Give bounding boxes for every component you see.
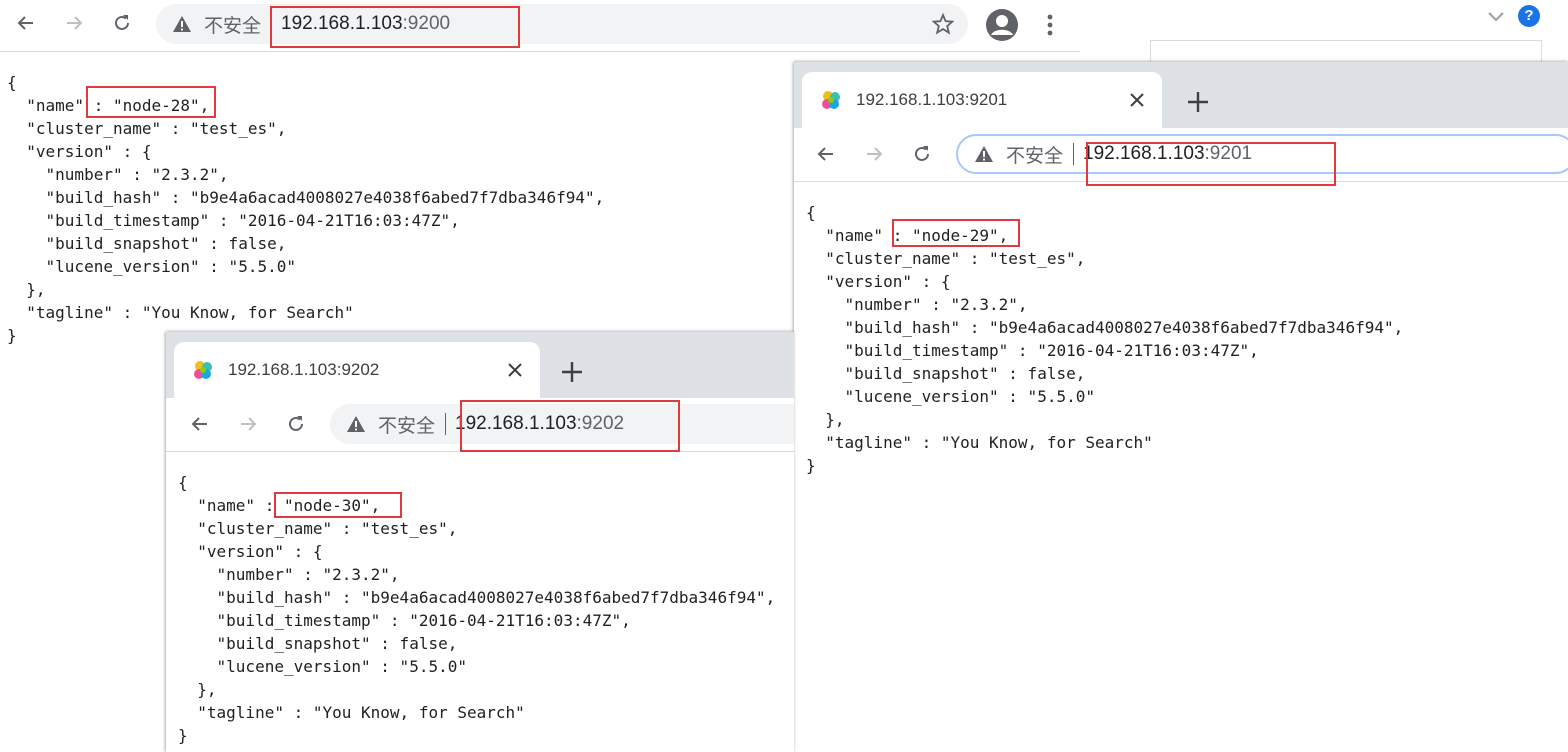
url-text[interactable]: 192.168.1.103:9200 — [281, 13, 450, 35]
forward-button[interactable] — [230, 406, 266, 442]
url-text[interactable]: 192.168.1.103:9201 — [1083, 143, 1252, 165]
not-secure-label[interactable]: 不安全 — [1006, 141, 1063, 168]
json-response: { "name" : "node-30", "cluster_name" : "… — [178, 473, 776, 745]
not-secure-label[interactable]: 不安全 — [378, 411, 435, 438]
background-app-area: ? — [1080, 0, 1568, 64]
chevron-down-icon[interactable] — [1486, 8, 1506, 26]
url-text[interactable]: 192.168.1.103:9202 — [455, 413, 624, 435]
reload-icon — [115, 15, 129, 30]
account-icon[interactable] — [985, 8, 1019, 42]
not-secure-label[interactable]: 不安全 — [204, 11, 261, 38]
back-arrow-icon — [17, 16, 33, 30]
elastic-favicon-icon — [194, 361, 212, 379]
url-host: 192.168.1.103 — [455, 413, 577, 434]
tab-title: 192.168.1.103:9201 — [856, 90, 1008, 109]
elastic-favicon-icon — [822, 91, 840, 109]
background-search-box — [1150, 40, 1542, 64]
warning-triangle-icon — [975, 146, 993, 162]
tab-strip: 192.168.1.103:9201 — [794, 62, 1568, 128]
tab-title: 192.168.1.103:9202 — [228, 360, 380, 379]
forward-button[interactable] — [56, 5, 92, 41]
tab-9201[interactable]: 192.168.1.103:9201 — [802, 72, 1162, 128]
url-port: :9200 — [402, 13, 451, 34]
back-button[interactable] — [8, 5, 44, 41]
close-icon[interactable] — [506, 361, 524, 379]
address-bar[interactable]: 不安全 192.168.1.103:9200 — [156, 4, 968, 44]
url-port: :9202 — [576, 413, 625, 434]
browser-window-9202: 192.168.1.103:9202 不安全 192.168.1.103:920… — [166, 332, 794, 752]
address-separator — [1073, 143, 1075, 165]
url-port: :9201 — [1204, 143, 1253, 164]
forward-arrow-icon — [67, 16, 83, 30]
back-arrow-icon — [817, 147, 833, 161]
address-separator — [271, 13, 273, 35]
back-button[interactable] — [808, 136, 844, 172]
address-separator — [445, 413, 447, 435]
tab-strip: 192.168.1.103:9202 — [166, 332, 794, 398]
reload-button[interactable] — [104, 5, 140, 41]
warning-triangle-icon — [173, 16, 191, 32]
plus-icon[interactable] — [1184, 88, 1212, 116]
close-icon[interactable] — [1128, 91, 1146, 109]
url-host: 192.168.1.103 — [1083, 143, 1205, 164]
more-vert-icon[interactable] — [1040, 12, 1060, 38]
reload-button[interactable] — [278, 406, 314, 442]
help-icon[interactable]: ? — [1518, 5, 1540, 27]
address-bar[interactable]: 不安全 192.168.1.103:9201 — [956, 134, 1568, 174]
forward-button[interactable] — [856, 136, 892, 172]
browser-window-9201: 192.168.1.103:9201 不安全 192.168.1.103:920… — [794, 62, 1568, 752]
tab-9202[interactable]: 192.168.1.103:9202 — [174, 342, 540, 398]
forward-arrow-icon — [241, 417, 257, 431]
toolbar: 不安全 192.168.1.103:9202 — [166, 398, 794, 452]
toolbar: 不安全 192.168.1.103:9200 — [0, 0, 1080, 52]
json-response: { "name" : "node-28", "cluster_name" : "… — [7, 73, 605, 345]
forward-arrow-icon — [867, 147, 883, 161]
reload-icon — [915, 146, 929, 161]
address-bar[interactable]: 不安全 192.168.1.103:9202 — [330, 404, 794, 444]
back-button[interactable] — [182, 406, 218, 442]
json-response: { "name" : "node-29", "cluster_name" : "… — [806, 203, 1404, 475]
back-arrow-icon — [191, 417, 207, 431]
star-icon[interactable] — [932, 13, 954, 35]
reload-button[interactable] — [904, 136, 940, 172]
reload-icon — [289, 416, 303, 431]
plus-icon[interactable] — [558, 358, 586, 386]
warning-triangle-icon — [347, 416, 365, 432]
url-host: 192.168.1.103 — [281, 13, 403, 34]
toolbar: 不安全 192.168.1.103:9201 — [794, 128, 1568, 182]
